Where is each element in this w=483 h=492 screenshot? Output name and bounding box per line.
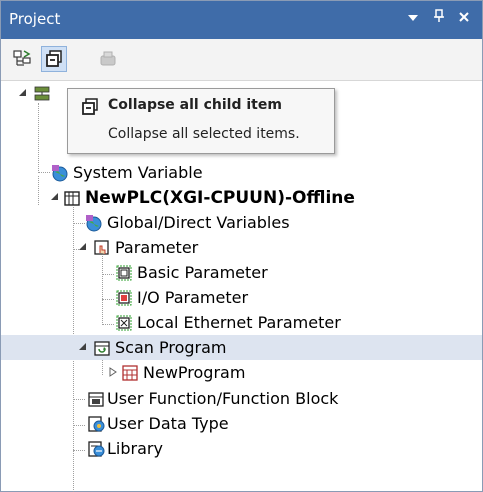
collapsed-arrow-icon[interactable] — [107, 366, 119, 378]
parameter-icon — [94, 240, 109, 255]
tree-item-label: Parameter — [115, 238, 199, 257]
tree-item-label: Local Ethernet Parameter — [137, 313, 341, 332]
library-icon — [88, 441, 105, 457]
tree-item-label: I/O Parameter — [137, 288, 249, 307]
project-icon — [34, 86, 50, 101]
tooltip: Collapse all child item Collapse all sel… — [67, 88, 335, 154]
disabled-icon — [100, 51, 116, 66]
tree-item-label: User Data Type — [107, 414, 229, 433]
expanded-arrow-icon[interactable] — [17, 87, 29, 99]
tooltip-title: Collapse all child item — [108, 97, 282, 113]
tree-item-basic-parameter[interactable]: Basic Parameter — [1, 260, 482, 285]
tree-item-system-variable[interactable]: System Variable — [1, 160, 482, 185]
panel-toolbar — [1, 39, 482, 81]
panel-title: Project — [9, 10, 61, 28]
ethernet-parameter-icon — [116, 315, 132, 331]
scan-program-icon — [94, 341, 110, 356]
tree-item-label: System Variable — [73, 163, 203, 182]
tree-item-user-function-block[interactable]: User Function/Function Block — [1, 386, 482, 411]
tree-item-label: Global/Direct Variables — [107, 213, 290, 232]
globe-variable-icon — [52, 165, 68, 182]
tree-item-scan-program[interactable]: Scan Program — [1, 335, 482, 360]
plc-icon — [64, 191, 80, 206]
tree-item-label: Scan Program — [115, 338, 227, 357]
tree-item-user-data-type[interactable]: User Data Type — [1, 411, 482, 436]
tree-item-label: NewProgram — [143, 363, 246, 382]
expand-tree-button[interactable] — [9, 46, 35, 72]
tree-expand-icon — [13, 50, 31, 66]
tree-item-parameter[interactable]: Parameter — [1, 235, 482, 260]
tree-item-label: User Function/Function Block — [107, 389, 339, 408]
tree-item-library[interactable]: Library — [1, 436, 482, 461]
project-panel: Project System Variable NewPLC(XGI-CPUUN… — [0, 0, 483, 492]
function-block-icon — [88, 392, 104, 407]
pin-icon[interactable] — [429, 9, 449, 29]
tooltip-description: Collapse all selected items. — [108, 126, 300, 142]
program-icon — [122, 365, 138, 381]
expanded-arrow-icon[interactable] — [77, 341, 89, 353]
basic-parameter-icon — [116, 265, 132, 281]
tree-item-label: Basic Parameter — [137, 263, 268, 282]
tree-item-io-parameter[interactable]: I/O Parameter — [1, 285, 482, 310]
disabled-button[interactable] — [95, 46, 121, 72]
panel-titlebar: Project — [1, 1, 482, 39]
collapse-all-icon — [82, 98, 98, 115]
tree-item-plc[interactable]: NewPLC(XGI-CPUUN)-Offline — [1, 185, 482, 210]
close-icon[interactable] — [454, 9, 474, 29]
tree-item-label: Library — [107, 439, 163, 458]
dropdown-icon[interactable] — [403, 9, 423, 29]
expanded-arrow-icon[interactable] — [77, 241, 89, 253]
tree-item-local-ethernet-parameter[interactable]: Local Ethernet Parameter — [1, 310, 482, 335]
io-parameter-icon — [116, 290, 132, 306]
expanded-arrow-icon[interactable] — [49, 191, 61, 203]
collapse-all-button[interactable] — [41, 46, 67, 72]
globe-variable-icon — [86, 215, 102, 232]
tree-item-global-direct-variables[interactable]: Global/Direct Variables — [1, 210, 482, 235]
tree-item-new-program[interactable]: NewProgram — [1, 360, 482, 385]
tree-item-label: NewPLC(XGI-CPUUN)-Offline — [85, 188, 355, 208]
data-type-icon — [88, 416, 105, 432]
collapse-all-icon — [46, 50, 62, 67]
